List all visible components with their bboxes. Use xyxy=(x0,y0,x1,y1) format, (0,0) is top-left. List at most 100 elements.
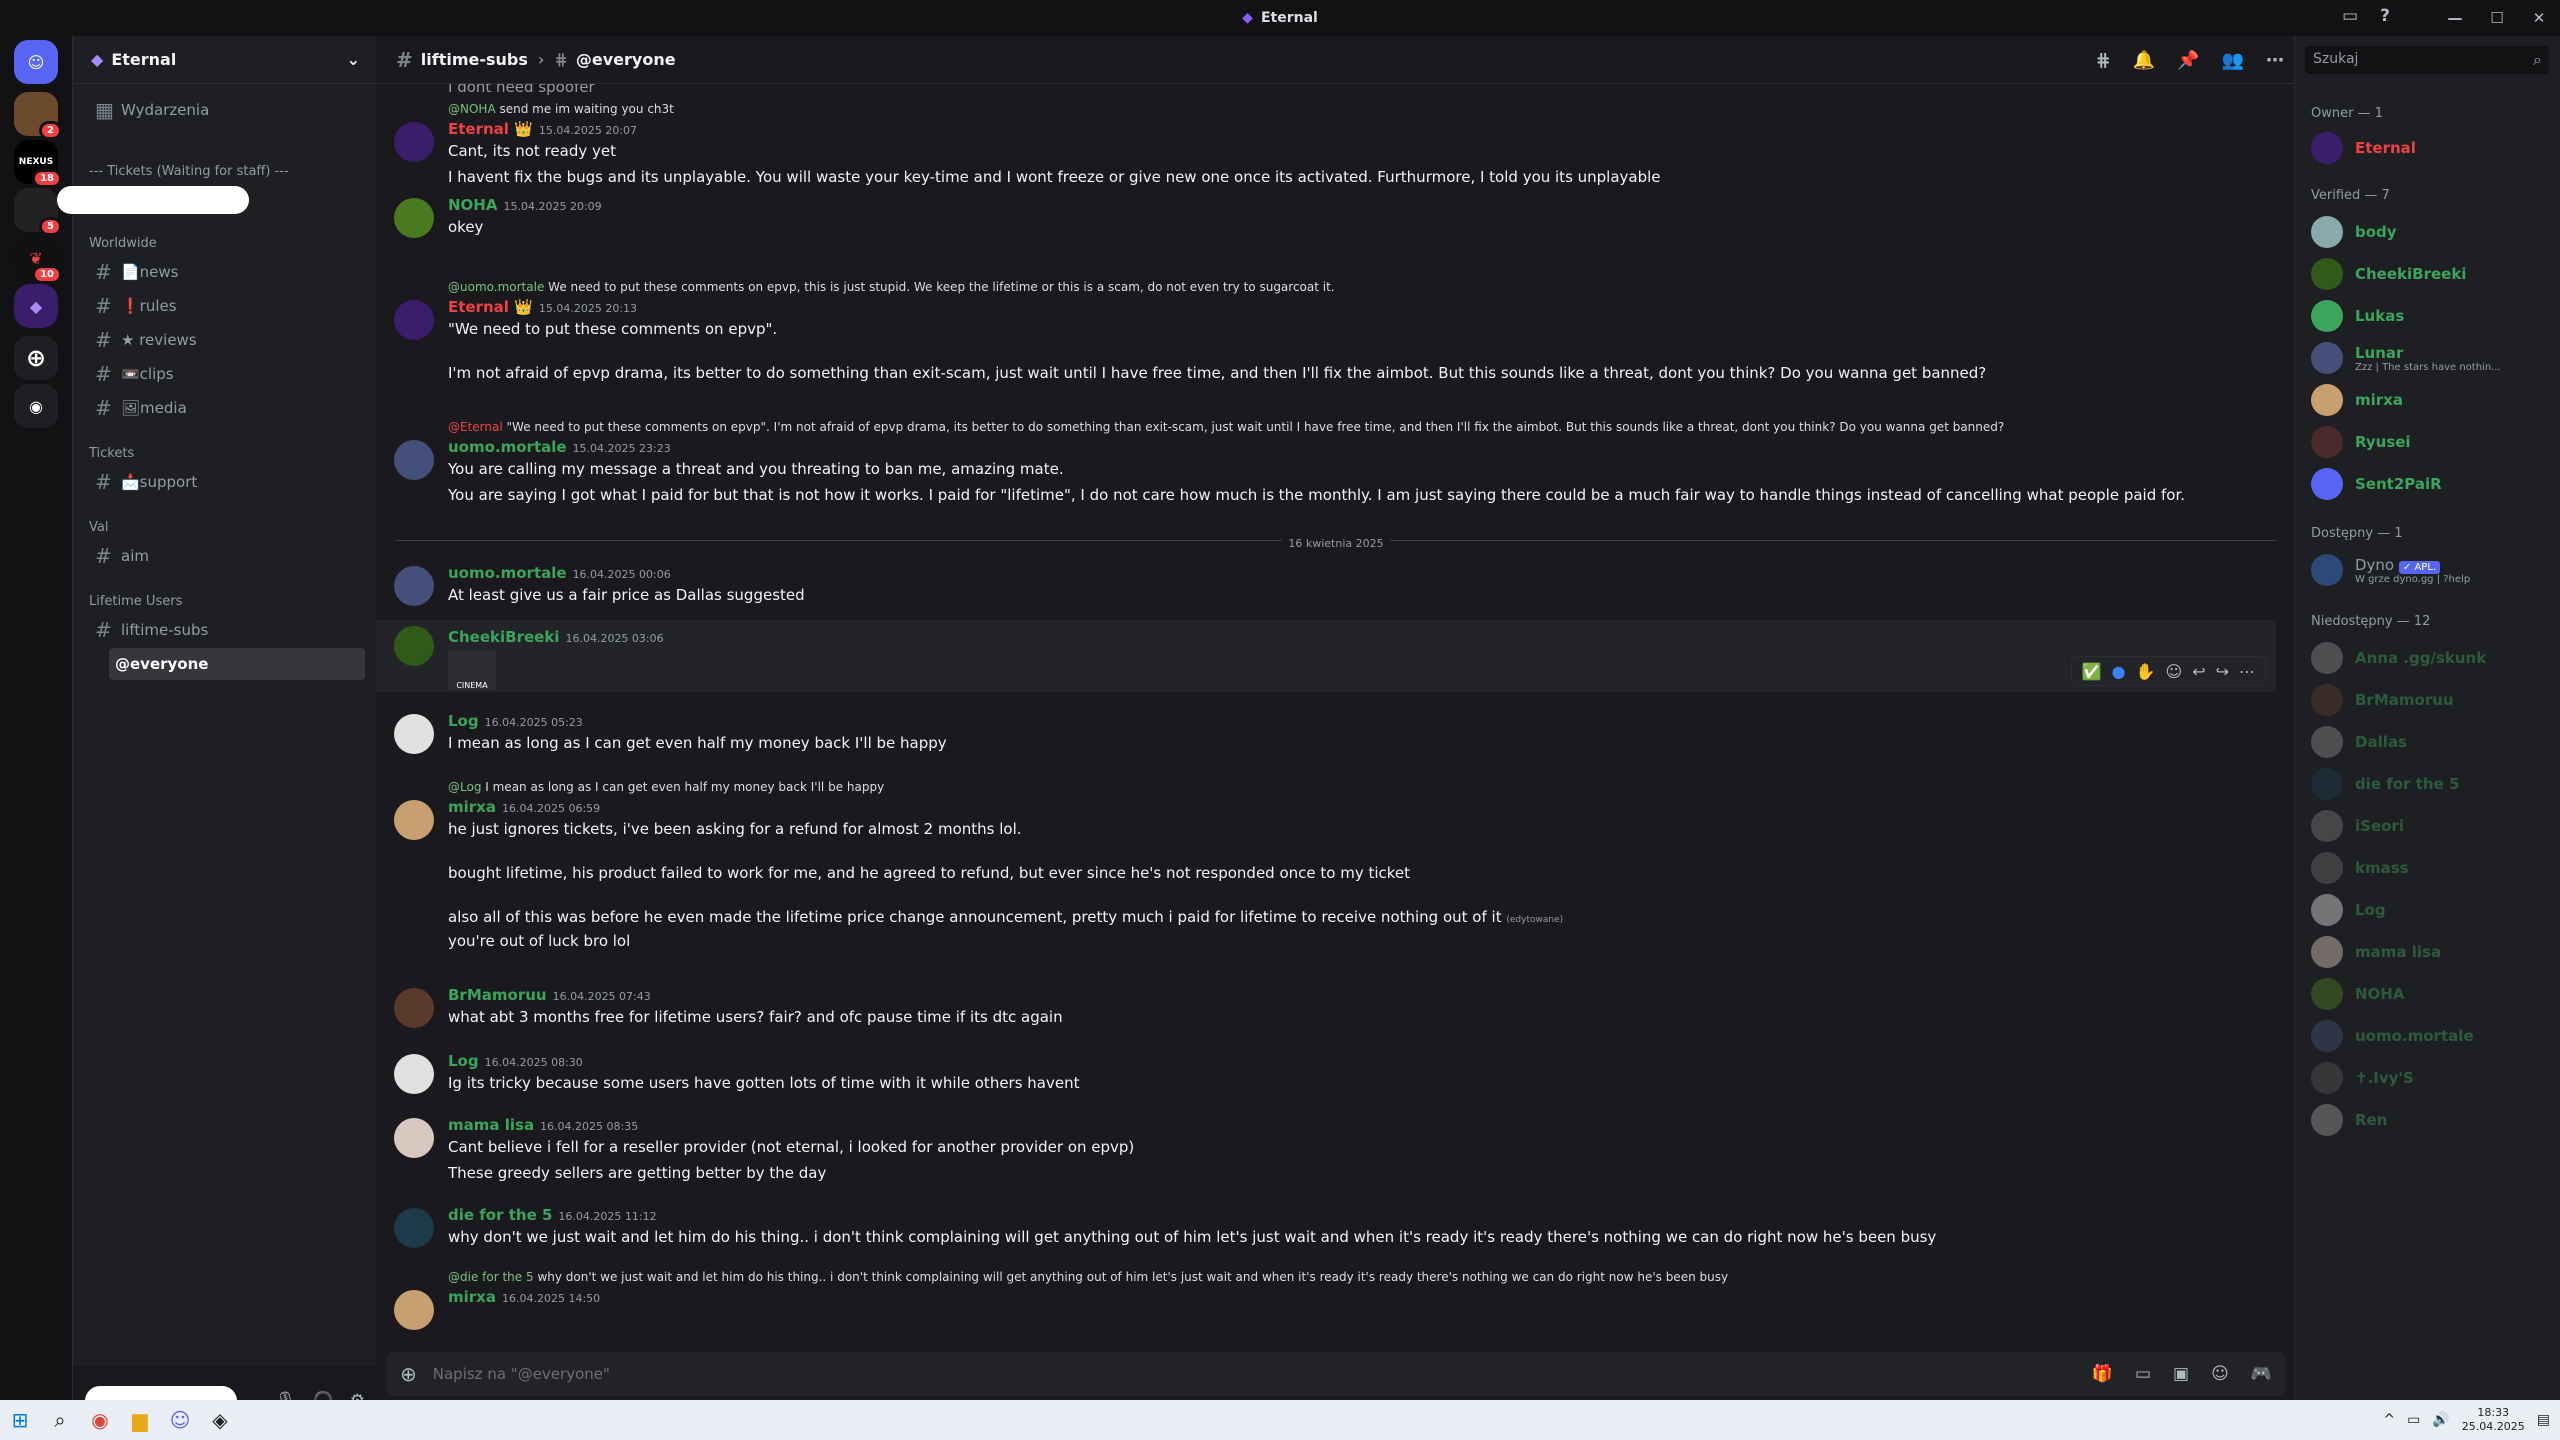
member-item[interactable]: kmass xyxy=(2311,848,2551,888)
more-icon[interactable]: ⋯ xyxy=(2239,662,2255,681)
chevron-up-icon[interactable]: ^ xyxy=(2383,1412,2395,1428)
author-name[interactable]: mama lisa 16.04.2025 08:35 xyxy=(448,1116,638,1134)
channel-aim[interactable]: # aim xyxy=(89,540,369,572)
pin-icon[interactable]: 📌 xyxy=(2177,50,2199,71)
member-item[interactable]: mama lisa xyxy=(2311,932,2551,972)
server-icon-nexus[interactable]: NEXUS 18 xyxy=(14,140,62,188)
network-icon[interactable]: ▭ xyxy=(2407,1412,2420,1428)
member-item[interactable]: iSeori xyxy=(2311,806,2551,846)
author-name[interactable]: uomo.mortale 15.04.2025 23:23 xyxy=(448,438,671,456)
member-item[interactable]: Log xyxy=(2311,890,2551,930)
channel-news[interactable]: # 📄news xyxy=(89,256,369,288)
reply-icon[interactable]: ↩ xyxy=(2192,662,2205,681)
member-item[interactable]: Lukas xyxy=(2311,296,2551,336)
channel-liftime-subs[interactable]: # liftime-subs xyxy=(89,614,369,646)
forward-icon[interactable]: ↪ xyxy=(2216,662,2229,681)
gif-icon[interactable]: ▭ xyxy=(2135,1364,2151,1384)
author-name[interactable]: Eternal 👑 15.04.2025 20:07 xyxy=(448,120,637,138)
server-icon-1[interactable]: 2 xyxy=(14,92,62,140)
events-item[interactable]: ▦ Wydarzenia xyxy=(89,94,369,126)
add-reaction-icon[interactable]: ☺ xyxy=(2166,662,2183,681)
server-icon-3[interactable]: 5 xyxy=(14,188,62,236)
bell-icon[interactable]: 🔔 xyxy=(2133,50,2155,71)
notifications-icon[interactable]: ▤ xyxy=(2537,1412,2550,1428)
blue-circle-reaction-icon[interactable]: ● xyxy=(2112,662,2126,681)
author-name[interactable]: Log 16.04.2025 05:23 xyxy=(448,712,583,730)
reply-preview[interactable]: @NOHA send me im waiting you ch3t xyxy=(448,102,674,116)
category-val[interactable]: Val xyxy=(89,520,108,535)
avatar[interactable] xyxy=(394,198,434,238)
author-name[interactable]: Log 16.04.2025 08:30 xyxy=(448,1052,583,1070)
close-button[interactable]: ✕ xyxy=(2518,9,2560,27)
start-menu-icon[interactable]: ⊞ xyxy=(0,1400,40,1440)
member-item[interactable]: Dallas xyxy=(2311,722,2551,762)
members-icon[interactable]: 👥 xyxy=(2222,50,2244,71)
avatar[interactable] xyxy=(394,800,434,840)
message-composer[interactable]: ⊕ Napisz na "@everyone" 🎁 ▭ ▣ ☺ 🎮 xyxy=(386,1352,2286,1396)
avatar[interactable] xyxy=(394,1118,434,1158)
member-item[interactable]: BrMamoruu xyxy=(2311,680,2551,720)
author-name[interactable]: BrMamoruu 16.04.2025 07:43 xyxy=(448,986,651,1004)
thread-everyone[interactable]: @everyone xyxy=(109,648,365,680)
channel-reviews[interactable]: # ★ reviews xyxy=(89,324,369,356)
channel-support[interactable]: # 📩support xyxy=(89,466,369,498)
check-reaction-icon[interactable]: ✅ xyxy=(2082,662,2102,681)
author-name[interactable]: NOHA 15.04.2025 20:09 xyxy=(448,196,602,214)
inbox-icon[interactable]: ▭ xyxy=(2342,6,2358,26)
author-name[interactable]: CheekiBreeki 16.04.2025 03:06 xyxy=(448,628,664,646)
avatar[interactable] xyxy=(394,988,434,1028)
add-attachment-icon[interactable]: ⊕ xyxy=(400,1362,417,1386)
avatar[interactable] xyxy=(394,300,434,340)
member-item[interactable]: NOHA xyxy=(2311,974,2551,1014)
channel-media[interactable]: # 🖼media xyxy=(89,392,369,424)
emoji-icon[interactable]: ☺ xyxy=(2211,1364,2229,1384)
member-item[interactable]: body xyxy=(2311,212,2551,252)
image-attachment[interactable]: CINEMA xyxy=(448,650,496,690)
avatar[interactable] xyxy=(394,122,434,162)
author-name[interactable]: uomo.mortale 16.04.2025 00:06 xyxy=(448,564,671,582)
avatar[interactable] xyxy=(394,626,434,666)
apps-icon[interactable]: 🎮 xyxy=(2251,1364,2272,1384)
reply-preview[interactable]: @Log I mean as long as I can get even ha… xyxy=(448,780,884,794)
avatar[interactable] xyxy=(394,1290,434,1330)
threads-icon[interactable]: ⋕ xyxy=(2096,50,2111,71)
member-item[interactable]: Anna .gg/skunk xyxy=(2311,638,2551,678)
category-tickets[interactable]: Tickets xyxy=(89,446,134,461)
help-icon[interactable]: ? xyxy=(2380,6,2390,26)
chevron-down-icon[interactable]: ⌄ xyxy=(347,50,360,69)
member-item[interactable]: Dyno ✓ APL. W grze dyno.gg | ?help xyxy=(2311,550,2551,590)
member-item[interactable]: Lunar Zzz | The stars have nothin... xyxy=(2311,338,2551,378)
avatar[interactable] xyxy=(394,1054,434,1094)
server-icon-eternal[interactable]: ◆ xyxy=(14,284,58,328)
category-worldwide[interactable]: Worldwide xyxy=(89,236,157,251)
search-input[interactable]: Szukaj xyxy=(2305,46,2549,74)
member-item[interactable]: CheekiBreeki xyxy=(2311,254,2551,294)
volume-icon[interactable]: 🔊 xyxy=(2432,1412,2449,1428)
member-item[interactable]: ✝.Ivy'S xyxy=(2311,1058,2551,1098)
avatar[interactable] xyxy=(394,1208,434,1248)
discord-home-icon[interactable]: ☺ xyxy=(14,40,58,84)
file-explorer-icon[interactable]: ▆ xyxy=(120,1400,160,1440)
more-options-icon[interactable]: ⋯ xyxy=(2266,50,2284,71)
discord-taskbar-icon[interactable]: ☺ xyxy=(160,1400,200,1440)
message-list[interactable]: I dont need spoofer @NOHA send me im wai… xyxy=(376,84,2294,1354)
author-name[interactable]: die for the 5 16.04.2025 11:12 xyxy=(448,1206,657,1224)
avatar[interactable] xyxy=(394,714,434,754)
clock[interactable]: 18:33 25.04.2025 xyxy=(2462,1406,2525,1434)
add-server-icon[interactable]: ⊕ xyxy=(14,336,58,380)
message-hovered[interactable]: CheekiBreeki 16.04.2025 03:06 CINEMA xyxy=(376,620,2276,692)
reply-preview[interactable]: @die for the 5 why don't we just wait an… xyxy=(448,1270,1728,1284)
reply-preview[interactable]: @uomo.mortale We need to put these comme… xyxy=(448,280,1335,294)
server-icon-4[interactable]: ❦ 10 xyxy=(14,236,62,284)
author-name[interactable]: mirxa 16.04.2025 14:50 xyxy=(448,1288,600,1306)
avatar[interactable] xyxy=(394,440,434,480)
author-name[interactable]: mirxa 16.04.2025 06:59 xyxy=(448,798,600,816)
channel-rules[interactable]: # ❗rules xyxy=(89,290,369,322)
member-item[interactable]: mirxa xyxy=(2311,380,2551,420)
category-tickets-waiting[interactable]: --- Tickets (Waiting for staff) --- xyxy=(89,164,289,179)
reply-preview[interactable]: @Eternal "We need to put these comments … xyxy=(448,420,2004,434)
maximize-button[interactable]: ☐ xyxy=(2476,9,2518,27)
member-item[interactable]: die for the 5 xyxy=(2311,764,2551,804)
hand-reaction-icon[interactable]: ✋ xyxy=(2136,662,2156,681)
member-item[interactable]: Ryusei xyxy=(2311,422,2551,462)
